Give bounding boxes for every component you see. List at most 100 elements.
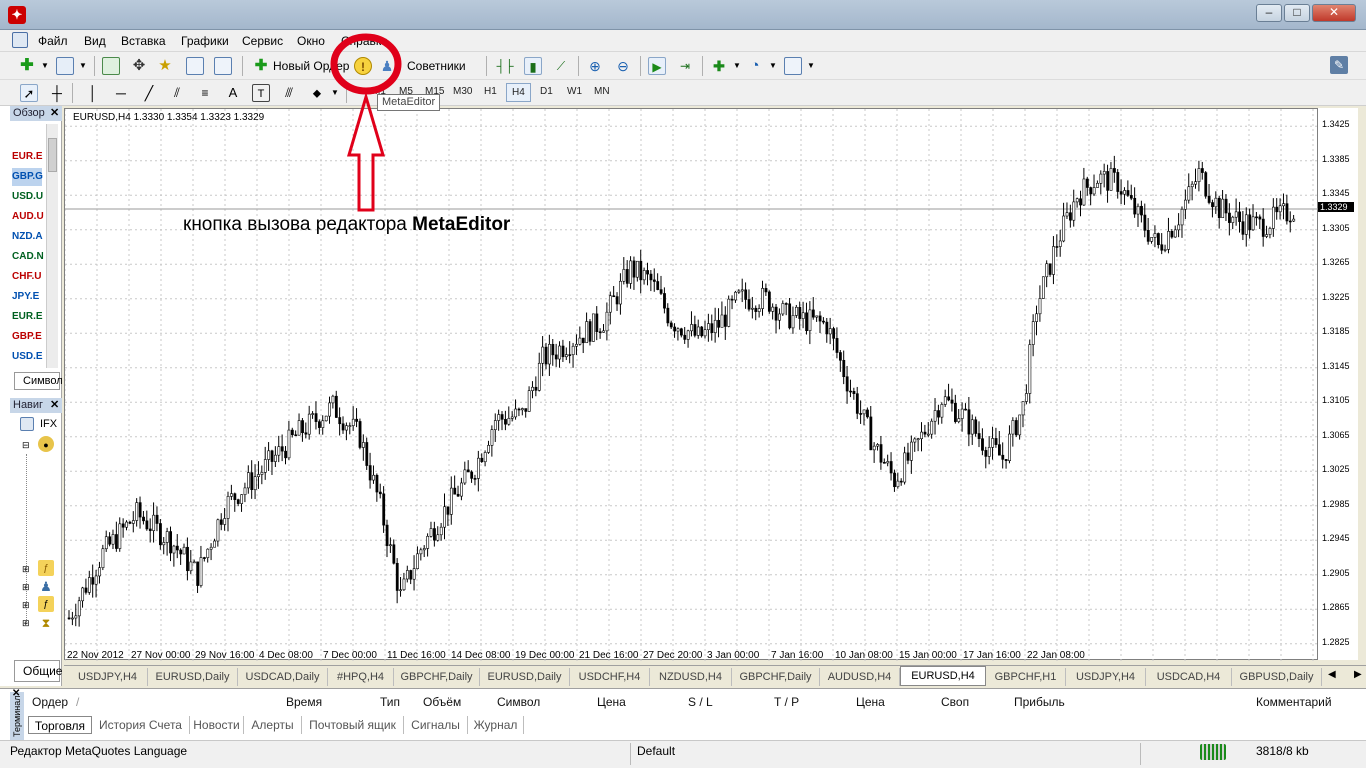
menu-view[interactable]: Вид bbox=[84, 34, 106, 48]
terminal-tab[interactable]: Журнал bbox=[468, 716, 524, 734]
custom-indicators-icon[interactable]: ƒ bbox=[38, 596, 54, 612]
symbol-row[interactable]: EUR.E bbox=[12, 148, 43, 166]
scrollbar-thumb[interactable] bbox=[48, 138, 57, 172]
expand-icon[interactable]: ⊞ bbox=[22, 600, 30, 611]
new-order-button[interactable]: Новый Ордер bbox=[273, 59, 349, 73]
chart-tab[interactable]: NZDUSD,H4 bbox=[650, 668, 732, 686]
dropdown-arrow-icon[interactable]: ▼ bbox=[74, 57, 92, 75]
symbol-row[interactable]: NZD.A bbox=[12, 228, 43, 246]
symbol-row[interactable]: GBP.G bbox=[12, 168, 43, 186]
minimize-button[interactable]: – bbox=[1256, 4, 1282, 22]
experts-folder-icon[interactable]: ♟ bbox=[38, 578, 54, 594]
tab-symbols[interactable]: Символ bbox=[14, 372, 63, 390]
accounts-icon[interactable]: ● bbox=[38, 436, 54, 452]
chart-tab[interactable]: GBPCHF,Daily bbox=[732, 668, 820, 686]
terminal-column-header[interactable]: Ордер bbox=[32, 695, 68, 709]
terminal-column-header[interactable]: Время bbox=[286, 695, 322, 709]
dropdown-arrow-icon[interactable]: ▼ bbox=[728, 57, 746, 75]
symbol-row[interactable]: AUD.U bbox=[12, 208, 44, 226]
timeframe-h4[interactable]: H4 bbox=[506, 83, 531, 102]
experts-icon[interactable]: ♟ bbox=[378, 57, 396, 75]
zoom-in-icon[interactable]: ⊕ bbox=[586, 57, 604, 75]
fibonacci-icon[interactable]: ≡ bbox=[196, 84, 214, 102]
chart-tab[interactable]: EURUSD,H4 bbox=[900, 666, 986, 686]
timeframe-mn[interactable]: MN bbox=[594, 86, 610, 97]
connection-status-icon[interactable] bbox=[1200, 744, 1226, 760]
terminal-column-header[interactable]: T / P bbox=[774, 695, 799, 709]
menu-insert[interactable]: Вставка bbox=[121, 34, 166, 48]
menu-tools[interactable]: Сервис bbox=[242, 34, 283, 48]
new-order-icon[interactable]: ✚ bbox=[252, 57, 270, 75]
terminal-tab[interactable]: История Счета bbox=[92, 716, 190, 734]
profiles-icon[interactable] bbox=[56, 57, 74, 75]
timeframe-w1[interactable]: W1 bbox=[567, 86, 582, 97]
line-chart-icon[interactable]: ⟋ bbox=[552, 57, 570, 75]
terminal-tab[interactable]: Алерты bbox=[244, 716, 302, 734]
chart-tab[interactable]: #HPQ,H4 bbox=[328, 668, 394, 686]
dropdown-arrow-icon[interactable]: ▼ bbox=[326, 84, 344, 102]
symbol-row[interactable]: GBP.E bbox=[12, 328, 42, 346]
gann-icon[interactable]: ⫻ bbox=[280, 84, 298, 102]
navigator-root[interactable]: IFX bbox=[40, 418, 57, 430]
bar-chart-icon[interactable]: ┤├ bbox=[496, 57, 514, 75]
chart-tab[interactable]: EURUSD,Daily bbox=[480, 668, 570, 686]
terminal-column-header[interactable]: Тип bbox=[380, 695, 400, 709]
market-watch-icon[interactable] bbox=[102, 57, 120, 75]
zoom-out-icon[interactable]: ⊖ bbox=[614, 57, 632, 75]
symbol-row[interactable]: CAD.N bbox=[12, 248, 44, 266]
auto-scroll-icon[interactable]: ▶ bbox=[648, 57, 666, 75]
terminal-column-header[interactable]: Цена bbox=[597, 695, 626, 709]
price-chart[interactable]: EURUSD,H4 1.3330 1.3354 1.3323 1.3329 bbox=[64, 108, 1319, 661]
dropdown-arrow-icon[interactable]: ▼ bbox=[764, 57, 782, 75]
metaeditor-button[interactable]: ! bbox=[354, 57, 372, 75]
collapse-icon[interactable]: ⊟ bbox=[22, 440, 30, 451]
market-watch-scrollbar[interactable] bbox=[46, 124, 58, 368]
chart-canvas[interactable] bbox=[64, 109, 1319, 661]
chart-tab[interactable]: GBPCHF,Daily bbox=[394, 668, 480, 686]
expand-icon[interactable]: ⊞ bbox=[22, 564, 30, 575]
chart-tab[interactable]: USDCHF,H4 bbox=[570, 668, 650, 686]
chart-tab[interactable]: GBPUSD,Daily bbox=[1232, 668, 1322, 686]
chart-tab[interactable]: USDCAD,H4 bbox=[1146, 668, 1232, 686]
text-icon[interactable]: A bbox=[224, 84, 242, 102]
strategy-tester-icon[interactable] bbox=[214, 57, 232, 75]
profile-name[interactable]: Default bbox=[637, 744, 675, 758]
chart-tab[interactable]: GBPCHF,H1 bbox=[986, 668, 1066, 686]
terminal-column-header[interactable]: Комментарий bbox=[1256, 695, 1332, 709]
candlestick-chart-icon[interactable]: ▮ bbox=[524, 57, 542, 75]
market-watch-close-icon[interactable]: ✕ bbox=[50, 106, 59, 119]
terminal-column-header[interactable]: S / L bbox=[688, 695, 713, 709]
chart-tab[interactable]: AUDUSD,H4 bbox=[820, 668, 900, 686]
menu-file[interactable]: Файл bbox=[38, 34, 68, 48]
arrows-icon[interactable]: ⬥ bbox=[308, 84, 326, 102]
tabs-scroll-left-icon[interactable]: ◀ bbox=[1328, 669, 1336, 680]
tab-common[interactable]: Общие bbox=[14, 660, 62, 682]
periods-icon[interactable]: ◔ bbox=[746, 57, 764, 75]
terminal-column-header[interactable]: Прибыль bbox=[1014, 695, 1065, 709]
close-button[interactable]: ✕ bbox=[1312, 4, 1356, 22]
terminal-column-header[interactable]: Объём bbox=[423, 695, 461, 709]
horizontal-line-icon[interactable]: ─ bbox=[112, 84, 130, 102]
expert-advisors-button[interactable]: Советники bbox=[407, 59, 466, 73]
data-window-icon[interactable]: ✥ bbox=[130, 57, 148, 75]
chart-tab[interactable]: USDJPY,H4 bbox=[1066, 668, 1146, 686]
timeframe-h1[interactable]: H1 bbox=[484, 86, 497, 97]
navigator-icon[interactable]: ★ bbox=[156, 57, 174, 75]
menu-charts[interactable]: Графики bbox=[181, 34, 229, 48]
symbol-row[interactable]: USD.E bbox=[12, 348, 43, 366]
navigator-close-icon[interactable]: ✕ bbox=[50, 398, 59, 411]
new-chart-icon[interactable]: ✚ bbox=[18, 57, 36, 75]
symbol-row[interactable]: JPY.E bbox=[12, 288, 42, 306]
terminal-close-icon[interactable]: ✕ bbox=[12, 688, 20, 699]
terminal-column-header[interactable]: Символ bbox=[497, 695, 540, 709]
chart-tab[interactable]: USDJPY,H4 bbox=[68, 668, 148, 686]
chart-tab[interactable]: USDCAD,Daily bbox=[238, 668, 328, 686]
trendline-icon[interactable]: ╱ bbox=[140, 84, 158, 102]
maximize-button[interactable]: □ bbox=[1284, 4, 1310, 22]
terminal-tab[interactable]: Торговля bbox=[28, 716, 92, 734]
symbol-row[interactable]: EUR.E bbox=[12, 308, 43, 326]
expand-icon[interactable]: ⊞ bbox=[22, 582, 30, 593]
cursor-icon[interactable]: ➚ bbox=[20, 84, 38, 102]
dropdown-arrow-icon[interactable]: ▼ bbox=[802, 57, 820, 75]
terminal-tab[interactable]: Сигналы bbox=[404, 716, 468, 734]
